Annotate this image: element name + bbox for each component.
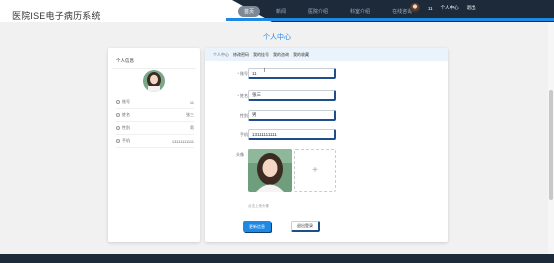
upload-hint: 点击上传头像 — [248, 204, 269, 208]
user-icon — [116, 113, 120, 117]
phone-icon — [116, 139, 120, 143]
profile-card-heading: 个人信息 — [116, 58, 134, 63]
site-title: 医院ISE电子病历系统 — [12, 11, 101, 21]
form-row-name: * 姓名 — [205, 90, 448, 102]
page-title: 个人中心 — [263, 34, 291, 41]
scrollbar-thumb[interactable] — [549, 90, 553, 200]
info-row-name: 姓名 张三 — [116, 109, 194, 122]
account-field[interactable] — [248, 68, 336, 79]
divider — [112, 68, 196, 69]
user-avatar[interactable] — [410, 3, 420, 13]
profile-edit-card: 个人中心 修改密码 我的挂号 我的咨询 我的收藏 * 账号 * 姓名 性别 手机… — [205, 48, 448, 242]
account-label: * 账号 — [237, 71, 248, 76]
nav-item-news[interactable]: 新闻 — [270, 6, 292, 17]
info-row-gender: 性别 男 — [116, 122, 194, 135]
info-value: 11 — [189, 99, 194, 105]
plus-icon: + — [312, 165, 318, 176]
form-row-gender: 性别 — [205, 110, 448, 122]
header-accent-stripe — [226, 18, 554, 21]
tab-personal-center[interactable]: 个人中心 — [213, 52, 229, 58]
user-icon — [116, 100, 120, 104]
gender-label: 性别 — [240, 113, 248, 118]
name-field[interactable] — [248, 90, 336, 101]
logout-link[interactable]: 退出 — [467, 5, 476, 11]
tab-my-favorites[interactable]: 我的收藏 — [293, 52, 309, 58]
name-label: * 姓名 — [237, 93, 248, 98]
phone-field[interactable] — [248, 129, 336, 140]
user-area: 11 个人中心 退出 — [410, 3, 476, 13]
tab-my-consultations[interactable]: 我的咨询 — [273, 52, 289, 58]
profile-card: 个人信息 账号 11 姓名 张三 性别 男 手机 13111111111 — [108, 48, 200, 242]
phone-label: 手机 — [240, 132, 248, 137]
text-cursor: I — [264, 68, 266, 74]
update-info-button[interactable]: 更新信息 — [243, 221, 271, 232]
nav-item-departments[interactable]: 科室介绍 — [344, 6, 376, 17]
avatar-label: 头像 — [236, 152, 244, 157]
personal-center-link[interactable]: 个人中心 — [441, 5, 459, 11]
main-nav: 首页 新闻 医院介绍 科室介绍 在线咨询 — [238, 6, 418, 17]
info-value: 男 — [190, 125, 194, 130]
nav-item-hospital[interactable]: 医院介绍 — [302, 6, 334, 17]
tab-my-registrations[interactable]: 我的挂号 — [253, 52, 269, 58]
form-row-phone: 手机 — [205, 129, 448, 141]
gender-field[interactable] — [248, 110, 336, 121]
profile-avatar — [143, 70, 165, 92]
profile-tabs: 个人中心 修改密码 我的挂号 我的咨询 我的收藏 — [205, 48, 448, 61]
info-value: 13111111111 — [171, 138, 194, 144]
tab-change-password[interactable]: 修改密码 — [233, 52, 249, 58]
page-scrollbar[interactable] — [548, 22, 554, 254]
footer-bar — [0, 254, 554, 263]
gender-icon — [116, 126, 120, 130]
info-value: 张三 — [186, 112, 194, 117]
user-name: 11 — [428, 5, 433, 11]
avatar-preview[interactable] — [248, 149, 292, 192]
form-row-account: * 账号 — [205, 68, 448, 80]
top-bar: 医院ISE电子病历系统 首页 新闻 医院介绍 科室介绍 在线咨询 11 个人中心… — [0, 0, 554, 22]
logout-button[interactable]: 退出登录 — [291, 221, 320, 232]
info-row-account: 账号 11 — [116, 96, 194, 109]
nav-item-home[interactable]: 首页 — [238, 6, 261, 17]
avatar-upload-button[interactable]: + — [294, 149, 336, 192]
info-row-phone: 手机 13111111111 — [116, 135, 194, 148]
profile-info-list: 账号 11 姓名 张三 性别 男 手机 13111111111 — [116, 96, 194, 148]
